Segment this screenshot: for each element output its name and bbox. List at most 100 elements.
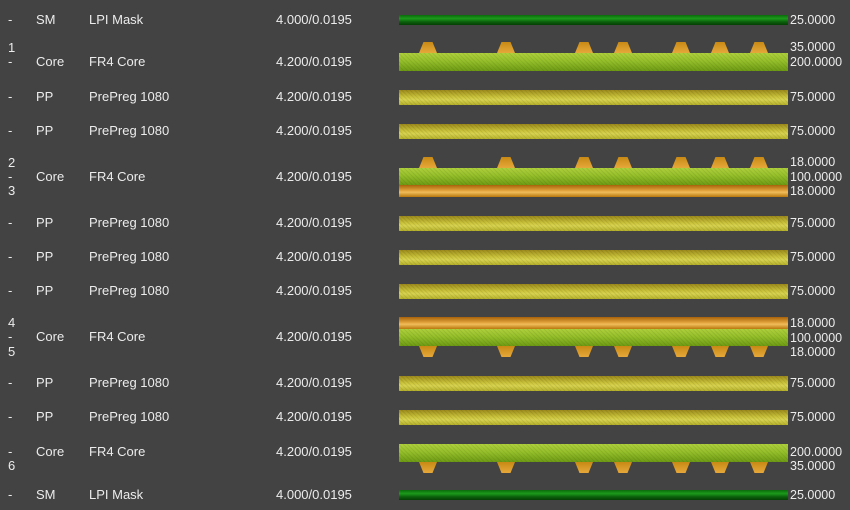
copper-layer-number: 2 (8, 155, 16, 170)
layer-number: - (8, 444, 13, 459)
copper-layer-number: 3 (8, 183, 16, 198)
layer-number: - (8, 169, 13, 184)
layer-number: - (8, 409, 13, 424)
layer-thickness: 200.0000 (790, 55, 843, 69)
copper-trace (711, 346, 729, 357)
copper-trace (711, 42, 729, 53)
layer-number: - (8, 283, 13, 298)
layer-material: LPI Mask (89, 487, 144, 502)
copper-thickness: 18.0000 (790, 184, 836, 198)
layer-thickness: 25.0000 (790, 13, 836, 27)
layer-thickness: 75.0000 (790, 376, 836, 390)
layer-dk-df: 4.200/0.0195 (276, 249, 352, 264)
layer-dk-df: 4.200/0.0195 (276, 329, 352, 344)
copper-trace (419, 42, 437, 53)
prepreg-bar[interactable] (399, 376, 788, 391)
layer-material: FR4 Core (89, 54, 146, 69)
copper-trace (497, 42, 515, 53)
copper-trace (672, 346, 690, 357)
copper-trace (614, 346, 632, 357)
layer-material: PrePreg 1080 (89, 89, 170, 104)
copper-layer-number: 4 (8, 315, 16, 330)
copper-trace (614, 157, 632, 168)
layer-type: Core (36, 169, 65, 184)
copper-trace (711, 462, 729, 473)
copper-trace (750, 42, 768, 53)
layer-thickness: 75.0000 (790, 250, 836, 264)
copper-layer-number: 5 (8, 344, 16, 359)
prepreg-bar[interactable] (399, 124, 788, 139)
copper-trace (419, 346, 437, 357)
layer-type: PP (36, 215, 54, 230)
copper-layer-number: 6 (8, 458, 16, 473)
layer-number: - (8, 249, 13, 264)
copper-trace (614, 42, 632, 53)
layer-material: PrePreg 1080 (89, 123, 170, 138)
layer-dk-df: 4.200/0.0195 (276, 169, 352, 184)
layer-type: PP (36, 123, 54, 138)
layer-dk-df: 4.000/0.0195 (276, 487, 352, 502)
layer-material: LPI Mask (89, 12, 144, 27)
prepreg-bar[interactable] (399, 250, 788, 265)
layer-thickness: 75.0000 (790, 124, 836, 138)
copper-trace (711, 157, 729, 168)
copper-trace (614, 462, 632, 473)
layer-material: FR4 Core (89, 444, 146, 459)
layer-type: PP (36, 409, 54, 424)
copper-trace (575, 42, 593, 53)
copper-trace (575, 157, 593, 168)
prepreg-bar[interactable] (399, 410, 788, 425)
layer-dk-df: 4.200/0.0195 (276, 409, 352, 424)
layer-stackup: - SM LPI Mask 4.000/0.0195 25.0000 1 35.… (0, 0, 850, 510)
copper-trace (497, 462, 515, 473)
core-bar[interactable] (399, 168, 788, 185)
copper-trace (419, 462, 437, 473)
layer-number: - (8, 487, 13, 502)
copper-thickness: 35.0000 (790, 40, 836, 54)
copper-thickness: 35.0000 (790, 459, 836, 473)
layer-number: - (8, 329, 13, 344)
core-bar[interactable] (399, 329, 788, 346)
core-bar[interactable] (399, 53, 788, 71)
prepreg-bar[interactable] (399, 284, 788, 299)
layer-type: PP (36, 375, 54, 390)
layer-dk-df: 4.000/0.0195 (276, 12, 352, 27)
layer-thickness: 25.0000 (790, 488, 836, 502)
layer-type: PP (36, 89, 54, 104)
copper-trace (497, 346, 515, 357)
copper-trace (672, 42, 690, 53)
layer-material: PrePreg 1080 (89, 375, 170, 390)
layer-thickness: 75.0000 (790, 410, 836, 424)
copper-plane-bar[interactable] (399, 185, 788, 197)
layer-type: PP (36, 249, 54, 264)
copper-plane-bar[interactable] (399, 317, 788, 329)
copper-trace (575, 462, 593, 473)
copper-trace (575, 346, 593, 357)
layer-dk-df: 4.200/0.0195 (276, 54, 352, 69)
layer-number: - (8, 215, 13, 230)
copper-layer-number: 1 (8, 40, 16, 55)
layer-type: Core (36, 54, 65, 69)
core-bar[interactable] (399, 444, 788, 462)
prepreg-bar[interactable] (399, 216, 788, 231)
layer-material: FR4 Core (89, 329, 146, 344)
copper-trace (750, 462, 768, 473)
layer-thickness: 75.0000 (790, 284, 836, 298)
copper-trace (750, 346, 768, 357)
copper-trace (419, 157, 437, 168)
solder-mask-bar[interactable] (399, 15, 788, 25)
layer-material: PrePreg 1080 (89, 409, 170, 424)
layer-number: - (8, 123, 13, 138)
layer-type: Core (36, 444, 65, 459)
layer-number: - (8, 89, 13, 104)
copper-trace (672, 462, 690, 473)
solder-mask-bar[interactable] (399, 490, 788, 500)
layer-type: Core (36, 329, 65, 344)
layer-dk-df: 4.200/0.0195 (276, 215, 352, 230)
layer-dk-df: 4.200/0.0195 (276, 89, 352, 104)
copper-thickness: 18.0000 (790, 155, 836, 169)
prepreg-bar[interactable] (399, 90, 788, 105)
layer-number: - (8, 54, 13, 69)
copper-trace (750, 157, 768, 168)
layer-type: SM (36, 487, 56, 502)
